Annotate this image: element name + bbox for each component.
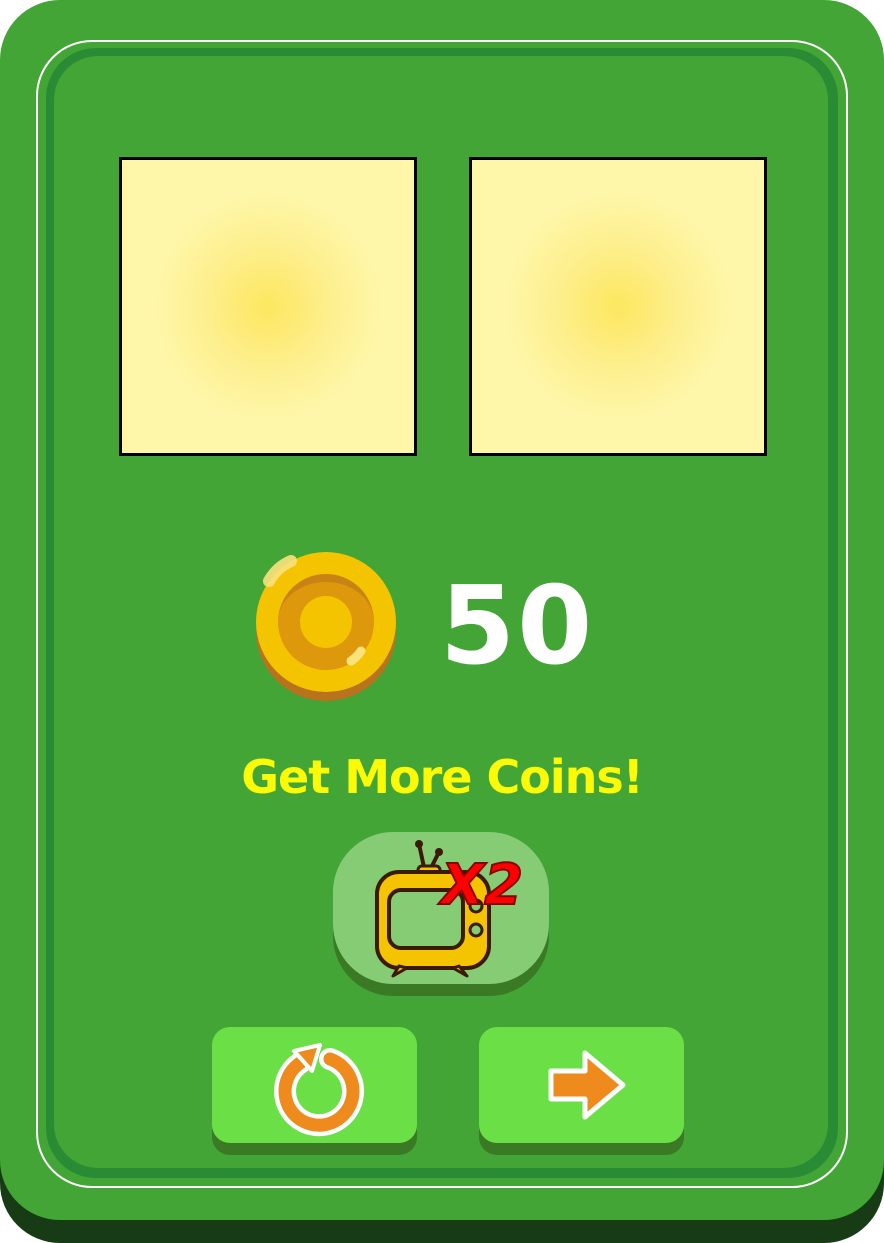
reward-slot-right bbox=[469, 157, 767, 456]
retry-icon bbox=[274, 1043, 364, 1137]
watch-ad-double-button[interactable]: X2 bbox=[333, 832, 549, 996]
retry-button[interactable] bbox=[212, 1027, 417, 1155]
coin-count: 50 bbox=[440, 564, 595, 689]
result-panel: 50 Get More Coins! X2 bbox=[0, 0, 884, 1243]
get-more-coins-label: Get More Coins! bbox=[241, 750, 643, 804]
tv-icon: X2 bbox=[375, 840, 523, 978]
arrow-right-icon bbox=[548, 1050, 626, 1120]
reward-slot-left bbox=[119, 157, 417, 456]
x2-multiplier-label: X2 bbox=[438, 853, 523, 918]
next-button[interactable] bbox=[479, 1027, 684, 1155]
coin-icon bbox=[256, 552, 396, 701]
